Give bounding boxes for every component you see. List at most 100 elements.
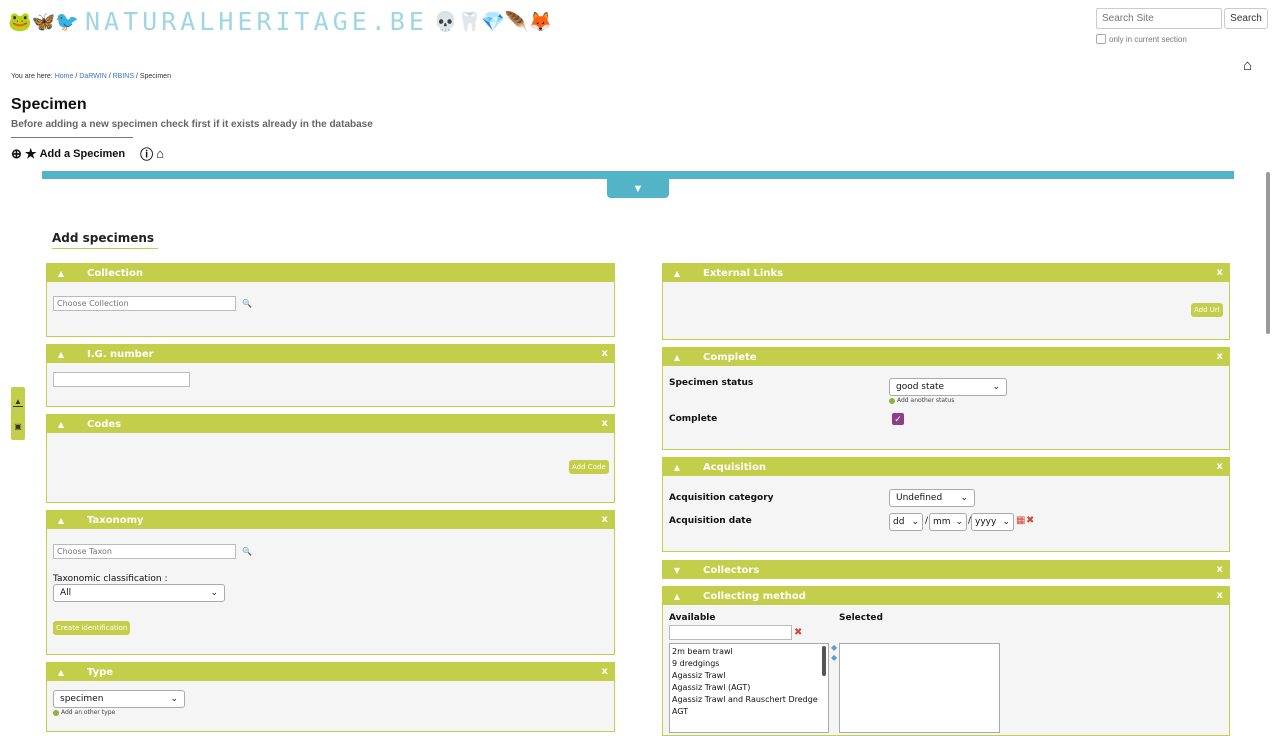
clear-date-icon[interactable]: ✖ bbox=[1026, 515, 1034, 526]
collection-input[interactable] bbox=[53, 296, 236, 311]
clear-filter-icon[interactable]: ✖ bbox=[794, 627, 802, 638]
collectors-header[interactable]: ▼ Collectors x bbox=[663, 561, 1229, 579]
breadcrumb-current: Specimen bbox=[139, 73, 171, 80]
taxonomy-panel: ▲ Taxonomy x 🔍 Taxonomic classification … bbox=[46, 510, 615, 655]
acquisition-header[interactable]: ▲ Acquisition x bbox=[663, 458, 1229, 476]
collapse-icon[interactable]: ▲ bbox=[663, 353, 691, 362]
add-status-link[interactable]: Add another status bbox=[889, 397, 954, 404]
add-other-type-label: Add an other type bbox=[61, 709, 116, 716]
save-icon[interactable]: ▣ bbox=[13, 422, 23, 431]
search-icon[interactable]: 🔍 bbox=[242, 547, 252, 556]
side-up-icon[interactable]: ▲ bbox=[13, 397, 23, 407]
add-circle-icon[interactable]: ⊕ bbox=[11, 146, 22, 162]
list-scrollbar[interactable] bbox=[822, 646, 826, 676]
close-icon[interactable]: x bbox=[1217, 267, 1223, 278]
checkbox-box[interactable] bbox=[1096, 34, 1106, 44]
external-links-header[interactable]: ▲ External Links x bbox=[663, 264, 1229, 282]
page-subtitle: Before adding a new specimen check first… bbox=[11, 119, 373, 130]
available-label: Available bbox=[669, 613, 716, 623]
month-select[interactable]: mm ⌄ bbox=[929, 513, 967, 531]
chevron-down-icon: ▼ bbox=[632, 182, 644, 195]
star-icon[interactable]: ★ bbox=[25, 146, 37, 162]
expand-icon[interactable]: ▼ bbox=[663, 566, 691, 575]
breadcrumb: You are here: Home / DaRWIN / RBINS / Sp… bbox=[11, 73, 171, 80]
expand-toggle-button[interactable]: ▼ bbox=[607, 179, 669, 198]
breadcrumb-rbins[interactable]: RBINS bbox=[113, 73, 134, 80]
create-identification-button[interactable]: Create identification bbox=[53, 621, 131, 635]
complete-header[interactable]: ▲ Complete x bbox=[663, 348, 1229, 366]
close-icon[interactable]: x bbox=[602, 418, 608, 429]
add-url-button[interactable]: Add Url bbox=[1191, 303, 1223, 317]
only-current-section-checkbox[interactable]: only in current section bbox=[1096, 34, 1187, 44]
list-item[interactable]: Agassiz Trawl bbox=[672, 670, 826, 682]
collapse-icon[interactable]: ▲ bbox=[47, 420, 75, 429]
external-links-panel: ▲ External Links x Add Url bbox=[662, 263, 1230, 340]
close-icon[interactable]: x bbox=[1217, 564, 1223, 575]
codes-header[interactable]: ▲ Codes x bbox=[47, 415, 614, 433]
ig-header[interactable]: ▲ I.G. number x bbox=[47, 345, 614, 363]
collapse-icon[interactable]: ▲ bbox=[663, 592, 691, 601]
list-item[interactable]: Agassiz Trawl and Rauschert Dredge bbox=[672, 694, 826, 706]
collapse-icon[interactable]: ▲ bbox=[47, 668, 75, 677]
add-other-type-link[interactable]: Add an other type bbox=[53, 709, 115, 716]
type-header[interactable]: ▲ Type x bbox=[47, 663, 614, 681]
year-select[interactable]: yyyy ⌄ bbox=[971, 513, 1014, 531]
calendar-icon[interactable]: ▦ bbox=[1016, 515, 1025, 526]
list-item[interactable]: 9 dredgings bbox=[672, 658, 826, 670]
close-icon[interactable]: x bbox=[1217, 351, 1223, 362]
search-button[interactable]: Search bbox=[1224, 8, 1268, 29]
taxonomy-header[interactable]: ▲ Taxonomy x bbox=[47, 511, 614, 529]
collapse-icon[interactable]: ▲ bbox=[47, 350, 75, 359]
close-icon[interactable]: x bbox=[602, 666, 608, 677]
collection-header[interactable]: ▲ Collection bbox=[47, 264, 614, 282]
complete-label: Complete bbox=[669, 414, 718, 424]
chevron-down-icon: ⌄ bbox=[1002, 517, 1010, 527]
day-select[interactable]: dd ⌄ bbox=[889, 513, 923, 531]
collectors-title: Collectors bbox=[703, 564, 760, 576]
search-toggle-bar bbox=[42, 171, 1234, 179]
acquisition-category-label: Acquisition category bbox=[669, 493, 774, 503]
move-right-icon[interactable]: ◆ bbox=[831, 643, 837, 652]
complete-checkbox[interactable]: ✓ bbox=[892, 413, 904, 425]
chevron-down-icon: ⌄ bbox=[960, 493, 968, 503]
close-icon[interactable]: x bbox=[602, 514, 608, 525]
close-icon[interactable]: x bbox=[1217, 461, 1223, 472]
acquisition-title: Acquisition bbox=[703, 461, 766, 473]
chevron-down-icon: ⌄ bbox=[992, 382, 1000, 392]
selected-label: Selected bbox=[839, 613, 883, 623]
close-icon[interactable]: x bbox=[602, 348, 608, 359]
search-input[interactable] bbox=[1096, 8, 1222, 29]
breadcrumb-darwin[interactable]: DaRWIN bbox=[79, 73, 106, 80]
ig-number-input[interactable] bbox=[53, 372, 190, 387]
search-icon[interactable]: 🔍 bbox=[242, 299, 252, 308]
help-icon[interactable]: ⓘ bbox=[140, 144, 153, 163]
date-separator: / bbox=[925, 516, 929, 526]
codes-panel: ▲ Codes x Add Code bbox=[46, 414, 615, 503]
collapse-icon[interactable]: ▲ bbox=[47, 516, 75, 525]
page-scrollbar[interactable] bbox=[1266, 172, 1270, 334]
site-logo[interactable]: 🐸🦋🐦 NATURALHERITAGE.BE 💀🦷💎🪶🦊 bbox=[8, 7, 552, 36]
classification-value: All bbox=[60, 588, 72, 598]
acquisition-date-label: Acquisition date bbox=[669, 516, 752, 526]
method-filter-input[interactable] bbox=[669, 625, 792, 640]
collapse-icon[interactable]: ▲ bbox=[47, 269, 75, 278]
acquisition-category-select[interactable]: Undefined ⌄ bbox=[889, 489, 975, 507]
close-icon[interactable]: x bbox=[1217, 590, 1223, 601]
taxon-input[interactable] bbox=[53, 544, 236, 559]
home-icon[interactable]: ⌂ bbox=[1243, 57, 1252, 74]
classification-select[interactable]: All ⌄ bbox=[53, 584, 225, 602]
breadcrumb-home[interactable]: Home bbox=[55, 73, 74, 80]
collecting-method-header[interactable]: ▲ Collecting method x bbox=[663, 587, 1229, 605]
move-left-icon[interactable]: ◆ bbox=[831, 653, 837, 662]
collapse-icon[interactable]: ▲ bbox=[663, 463, 691, 472]
add-icon bbox=[889, 397, 895, 404]
specimen-status-select[interactable]: good state ⌄ bbox=[889, 378, 1007, 396]
list-item[interactable]: 2m beam trawl bbox=[672, 646, 826, 658]
add-specimen-link[interactable]: Add a Specimen bbox=[40, 148, 126, 160]
collapse-icon[interactable]: ▲ bbox=[663, 269, 691, 278]
home-small-icon[interactable]: ⌂ bbox=[156, 146, 164, 161]
add-code-button[interactable]: Add Code bbox=[569, 460, 609, 474]
type-select[interactable]: specimen ⌄ bbox=[53, 690, 185, 708]
list-item[interactable]: Agassiz Trawl (AGT) bbox=[672, 682, 826, 694]
list-item[interactable]: AGT bbox=[672, 706, 826, 718]
